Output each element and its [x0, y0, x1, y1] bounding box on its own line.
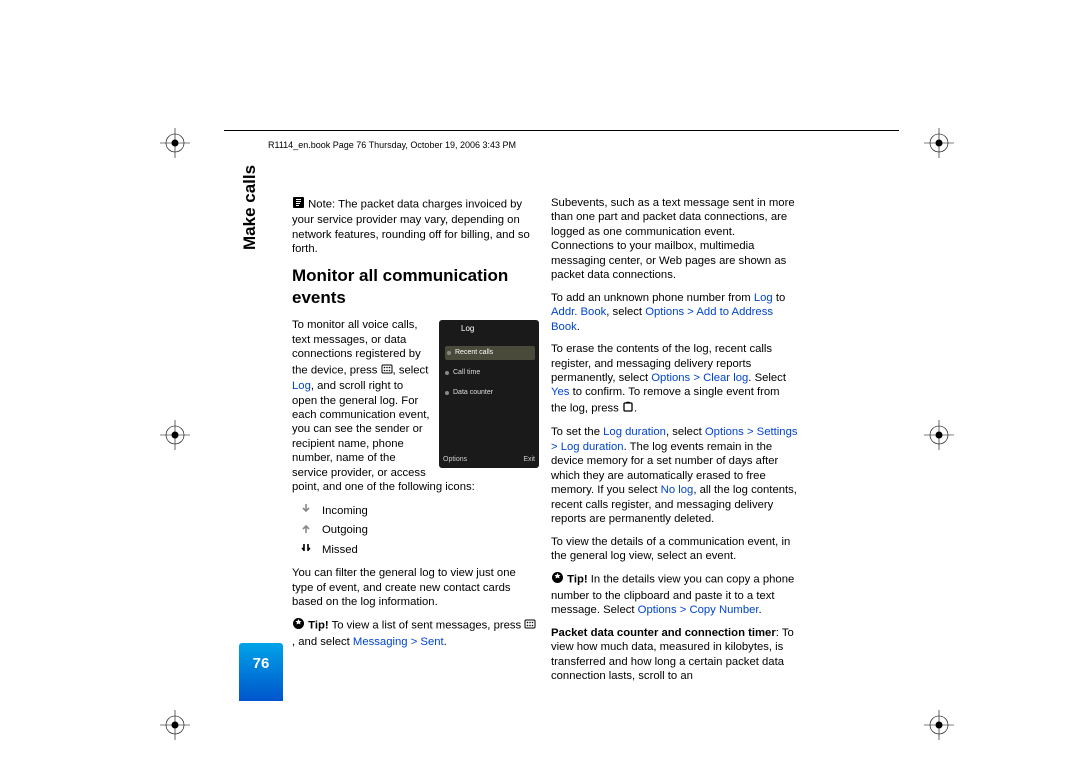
- page-number-bg: [239, 643, 283, 701]
- menu-key-icon: [524, 617, 536, 634]
- cropmark-icon: [160, 128, 190, 158]
- section-title-sidebar: Make calls: [240, 165, 260, 250]
- note-text: Note: The packet data charges invoiced b…: [292, 199, 530, 256]
- figure-row-time: Call time: [445, 366, 533, 380]
- column-left: Note: The packet data charges invoiced b…: [292, 196, 539, 657]
- cropmark-icon: [924, 420, 954, 450]
- link-messaging-sent: Messaging > Sent: [353, 636, 444, 648]
- erase-paragraph: To erase the contents of the log, recent…: [551, 342, 798, 417]
- incoming-icon: [300, 503, 312, 519]
- figure-softkey-left: Options: [443, 456, 467, 465]
- icon-outgoing-row: Outgoing: [292, 522, 539, 538]
- tip-icon: [551, 571, 564, 588]
- missed-icon: [300, 542, 312, 558]
- filter-paragraph: You can filter the general log to view j…: [292, 566, 539, 609]
- clear-key-icon: [622, 400, 634, 417]
- note-paragraph: Note: The packet data charges invoiced b…: [292, 196, 539, 257]
- phone-figure: Log Recent calls Call time Data counter …: [439, 320, 539, 468]
- note-icon: [292, 196, 305, 213]
- page-number: 76: [239, 655, 283, 672]
- figure-row-recent: Recent calls: [445, 346, 535, 360]
- packet-data-paragraph: Packet data counter and connection timer…: [551, 626, 798, 684]
- icon-missed-row: Missed: [292, 542, 539, 558]
- icon-incoming-row: Incoming: [292, 503, 539, 519]
- cropmark-icon: [160, 710, 190, 740]
- link-log: Log: [292, 380, 311, 392]
- outgoing-icon: [300, 522, 312, 538]
- link-copy-number: Options > Copy Number: [638, 604, 759, 616]
- cropmark-icon: [160, 420, 190, 450]
- heading-monitor: Monitor all communication events: [292, 265, 539, 309]
- figure-title: Log: [461, 324, 474, 334]
- figure-softkey-right: Exit: [523, 456, 535, 465]
- menu-key-icon: [381, 362, 393, 379]
- view-details-paragraph: To view the details of a communication e…: [551, 535, 798, 564]
- cropmark-icon: [924, 710, 954, 740]
- column-right: Subevents, such as a text message sent i…: [551, 196, 798, 692]
- header-rule: [224, 130, 899, 131]
- log-duration-paragraph: To set the Log duration, select Options …: [551, 425, 798, 526]
- header-line: R1114_en.book Page 76 Thursday, October …: [268, 140, 516, 150]
- figure-row-data: Data counter: [445, 386, 533, 400]
- subevents-paragraph: Subevents, such as a text message sent i…: [551, 196, 798, 283]
- tip-icon: [292, 617, 305, 634]
- cropmark-icon: [924, 128, 954, 158]
- tip-copy-number: Tip! In the details view you can copy a …: [551, 571, 798, 617]
- add-number-paragraph: To add an unknown phone number from Log …: [551, 291, 798, 334]
- tip-sent: Tip! To view a list of sent messages, pr…: [292, 617, 539, 649]
- icon-list: Incoming Outgoing Missed: [292, 503, 539, 558]
